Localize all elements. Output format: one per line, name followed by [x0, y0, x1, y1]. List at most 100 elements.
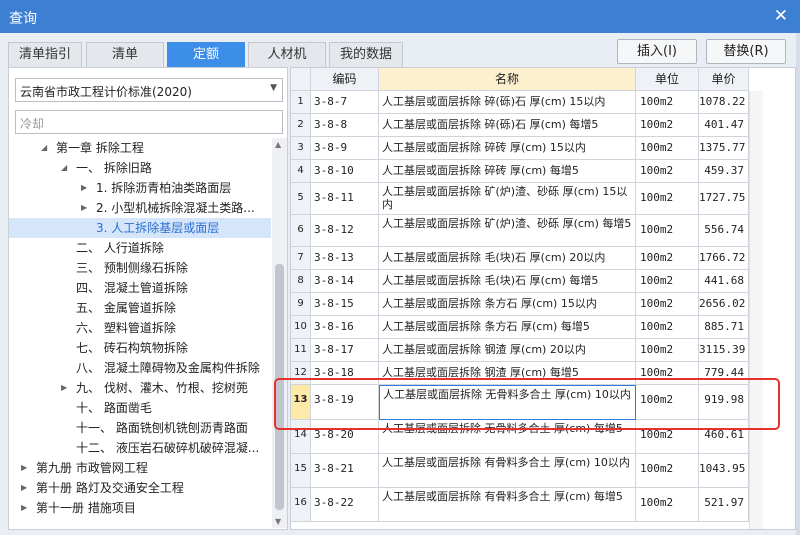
- tree-scrollbar[interactable]: ▲ ▼: [272, 138, 287, 528]
- header-unit[interactable]: 单位: [636, 68, 699, 91]
- tree-node-section-10[interactable]: 十、 路面凿毛: [9, 398, 271, 418]
- tree-node-volume-10[interactable]: ▶ 第十册 路灯及交通安全工程: [9, 478, 271, 498]
- row-code: 3-8-22: [311, 488, 379, 522]
- tree-node-volume-11[interactable]: ▶ 第十一册 措施项目: [9, 498, 271, 518]
- row-unit: 100m2: [636, 91, 699, 114]
- table-row[interactable]: 5 3-8-11 人工基层或面层拆除 矿(炉)渣、砂砾 厚(cm) 15以内 1…: [291, 183, 795, 215]
- row-code: 3-8-8: [311, 114, 379, 137]
- tree-node-label: 七、 砖石构筑物拆除: [76, 341, 188, 355]
- collapsed-icon[interactable]: ▶: [81, 178, 87, 198]
- table-row[interactable]: 10 3-8-16 人工基层或面层拆除 条方石 厚(cm) 每增5 100m2 …: [291, 316, 795, 339]
- collapsed-icon[interactable]: ▶: [81, 198, 87, 218]
- scroll-down-icon[interactable]: ▼: [275, 517, 281, 526]
- scroll-up-icon[interactable]: ▲: [275, 140, 281, 149]
- header-name[interactable]: 名称: [379, 68, 636, 91]
- tree-node-label: 第十一册 措施项目: [36, 501, 136, 515]
- table-row[interactable]: 9 3-8-15 人工基层或面层拆除 条方石 厚(cm) 15以内 100m2 …: [291, 293, 795, 316]
- tree-node-label: 第一章 拆除工程: [56, 141, 144, 155]
- row-index: 11: [291, 339, 311, 362]
- tab-materials[interactable]: 人材机: [248, 42, 326, 67]
- row-name: 人工基层或面层拆除 有骨料多合土 厚(cm) 每增5: [379, 488, 636, 522]
- collapsed-icon[interactable]: ▶: [21, 498, 27, 518]
- table-row[interactable]: 7 3-8-13 人工基层或面层拆除 毛(块)石 厚(cm) 20以内 100m…: [291, 247, 795, 270]
- row-unit: 100m2: [636, 293, 699, 316]
- table-row[interactable]: 8 3-8-14 人工基层或面层拆除 毛(块)石 厚(cm) 每增5 100m2…: [291, 270, 795, 293]
- tab-bill-guide[interactable]: 清单指引: [8, 42, 82, 67]
- standard-select-value: 云南省市政工程计价标准(2020): [20, 85, 192, 99]
- expanded-icon[interactable]: ◢: [61, 158, 67, 178]
- tree-node-section-2[interactable]: 二、 人行道拆除: [9, 238, 271, 258]
- tree-node-section-3[interactable]: 三、 预制侧缘石拆除: [9, 258, 271, 278]
- table-row[interactable]: 2 3-8-8 人工基层或面层拆除 碎(砾)石 厚(cm) 每增5 100m2 …: [291, 114, 795, 137]
- tab-my-data[interactable]: 我的数据: [329, 42, 403, 67]
- row-unit: 100m2: [636, 316, 699, 339]
- row-price: 1043.95: [699, 454, 749, 488]
- table-row[interactable]: 3 3-8-9 人工基层或面层拆除 碎砖 厚(cm) 15以内 100m2 13…: [291, 137, 795, 160]
- tree-node-section-11[interactable]: 十一、 路面铣刨机铣刨沥青路面: [9, 418, 271, 438]
- header-index: [291, 68, 311, 91]
- tab-bill[interactable]: 清单: [86, 42, 164, 67]
- tree-node-section-1[interactable]: ◢ 一、 拆除旧路: [9, 158, 271, 178]
- tree-node-section-4[interactable]: 四、 混凝土管道拆除: [9, 278, 271, 298]
- quota-table: 编码 名称 单位 单价 1 3-8-7 人工基层或面层拆除 碎(砾)石 厚(cm…: [290, 67, 796, 530]
- table-row[interactable]: 1 3-8-7 人工基层或面层拆除 碎(砾)石 厚(cm) 15以内 100m2…: [291, 91, 795, 114]
- category-tree: ◢ 第一章 拆除工程 ◢ 一、 拆除旧路 ▶ 1. 拆除沥青柏油类路面层 ▶ 2…: [9, 138, 271, 528]
- row-index: 2: [291, 114, 311, 137]
- highlight-annotation: [274, 378, 780, 430]
- row-code: 3-8-17: [311, 339, 379, 362]
- header-price[interactable]: 单价: [699, 68, 749, 91]
- row-price: 1766.72: [699, 247, 749, 270]
- tree-node-section-6[interactable]: 六、 塑料管道拆除: [9, 318, 271, 338]
- tab-quota[interactable]: 定额: [167, 42, 245, 67]
- tree-node-item-3[interactable]: 3. 人工拆除基层或面层: [9, 218, 271, 238]
- table-row[interactable]: 6 3-8-12 人工基层或面层拆除 矿(炉)渣、砂砾 厚(cm) 每增5 10…: [291, 215, 795, 247]
- tree-node-section-9[interactable]: ▶ 九、 伐树、灌木、竹根、挖树蔸: [9, 378, 271, 398]
- tree-node-chapter-1[interactable]: ◢ 第一章 拆除工程: [9, 138, 271, 158]
- tree-node-section-5[interactable]: 五、 金属管道拆除: [9, 298, 271, 318]
- tree-node-label: 八、 混凝土障碍物及金属构件拆除: [76, 361, 260, 375]
- tree-node-section-8[interactable]: 八、 混凝土障碍物及金属构件拆除: [9, 358, 271, 378]
- collapsed-icon[interactable]: ▶: [61, 378, 67, 398]
- replace-button[interactable]: 替换(R): [706, 39, 786, 64]
- tree-node-label: 六、 塑料管道拆除: [76, 321, 176, 335]
- row-unit: 100m2: [636, 488, 699, 522]
- table-scrollbar[interactable]: [749, 91, 763, 529]
- table-row[interactable]: 16 3-8-22 人工基层或面层拆除 有骨料多合土 厚(cm) 每增5 100…: [291, 488, 795, 522]
- row-name: 人工基层或面层拆除 碎(砾)石 厚(cm) 15以内: [379, 91, 636, 114]
- row-unit: 100m2: [636, 270, 699, 293]
- expanded-icon[interactable]: ◢: [41, 138, 47, 158]
- search-input[interactable]: 冷却: [15, 110, 283, 134]
- row-price: 1375.77: [699, 137, 749, 160]
- row-index: 1: [291, 91, 311, 114]
- row-name: 人工基层或面层拆除 碎砖 厚(cm) 15以内: [379, 137, 636, 160]
- tree-node-volume-9[interactable]: ▶ 第九册 市政管网工程: [9, 458, 271, 478]
- tree-node-item-2[interactable]: ▶ 2. 小型机械拆除混凝土类路...: [9, 198, 271, 218]
- tree-node-item-1[interactable]: ▶ 1. 拆除沥青柏油类路面层: [9, 178, 271, 198]
- tree-node-section-7[interactable]: 七、 砖石构筑物拆除: [9, 338, 271, 358]
- header-code[interactable]: 编码: [311, 68, 379, 91]
- row-unit: 100m2: [636, 215, 699, 247]
- row-code: 3-8-21: [311, 454, 379, 488]
- close-icon[interactable]: ✕: [774, 6, 788, 26]
- row-name: 人工基层或面层拆除 碎砖 厚(cm) 每增5: [379, 160, 636, 183]
- row-index: 8: [291, 270, 311, 293]
- title-bar: 查询 ✕: [0, 0, 800, 33]
- row-index: 10: [291, 316, 311, 339]
- standard-select[interactable]: 云南省市政工程计价标准(2020) ▼: [15, 78, 283, 102]
- row-code: 3-8-14: [311, 270, 379, 293]
- chevron-down-icon[interactable]: ▼: [270, 83, 277, 93]
- row-unit: 100m2: [636, 339, 699, 362]
- tree-node-label: 一、 拆除旧路: [76, 161, 152, 175]
- table-row[interactable]: 4 3-8-10 人工基层或面层拆除 碎砖 厚(cm) 每增5 100m2 45…: [291, 160, 795, 183]
- row-index: 15: [291, 454, 311, 488]
- tree-node-section-12[interactable]: 十二、 液压岩石破碎机破碎混凝...: [9, 438, 271, 458]
- insert-button[interactable]: 插入(I): [617, 39, 697, 64]
- collapsed-icon[interactable]: ▶: [21, 458, 27, 478]
- table-row[interactable]: 11 3-8-17 人工基层或面层拆除 钢渣 厚(cm) 20以内 100m2 …: [291, 339, 795, 362]
- table-row[interactable]: 15 3-8-21 人工基层或面层拆除 有骨料多合土 厚(cm) 10以内 10…: [291, 454, 795, 488]
- row-code: 3-8-16: [311, 316, 379, 339]
- row-name: 人工基层或面层拆除 毛(块)石 厚(cm) 20以内: [379, 247, 636, 270]
- row-price: 2656.02: [699, 293, 749, 316]
- collapsed-icon[interactable]: ▶: [21, 478, 27, 498]
- tree-node-label: 1. 拆除沥青柏油类路面层: [96, 181, 232, 195]
